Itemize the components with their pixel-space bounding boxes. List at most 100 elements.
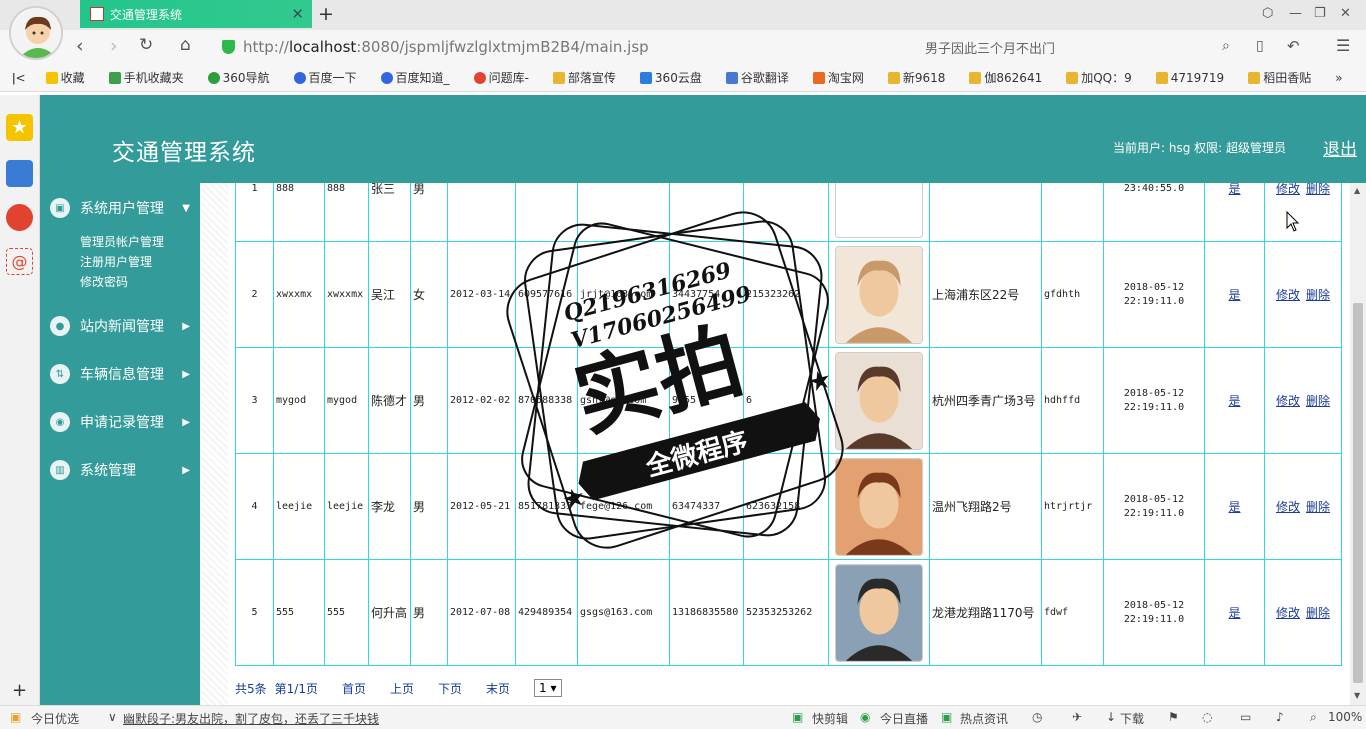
flag-cell: 是 <box>1204 453 1265 560</box>
last-page-link[interactable]: 末页 <box>486 680 510 697</box>
edit-link[interactable]: 修改 <box>1276 606 1300 620</box>
browser-search-input[interactable]: 男子因此三个月不出门 <box>925 38 1055 57</box>
flag-link[interactable]: 是 <box>1228 606 1240 620</box>
bookmark-item[interactable]: 淘宝网 <box>812 69 876 86</box>
sound-icon[interactable]: ♪ <box>1276 710 1284 724</box>
close-tab-icon[interactable]: ✕ <box>291 5 304 23</box>
browser-side-rail: ★ @ + <box>0 95 40 705</box>
first-page-link[interactable]: 首页 <box>342 680 366 697</box>
live-link[interactable]: 今日直播 <box>880 710 928 727</box>
submenu-admin-accounts[interactable]: 管理员帐户管理 <box>80 233 164 250</box>
gift-icon[interactable]: ▣ <box>10 710 21 724</box>
submenu-registered-users[interactable]: 注册用户管理 <box>80 253 152 270</box>
menu-label: 车辆信息管理 <box>80 367 164 383</box>
next-page-link[interactable]: 下页 <box>438 680 462 697</box>
more-bookmarks-icon[interactable]: » <box>1335 71 1342 85</box>
skin-icon[interactable]: ⬡ <box>1262 6 1273 21</box>
bookmark-item[interactable]: 部落宣传 <box>552 69 628 86</box>
user-photo <box>835 245 923 344</box>
bookmark-item[interactable]: 加QQ：9 <box>1066 69 1144 86</box>
daily-picks-label[interactable]: 今日优选 <box>31 710 79 727</box>
tel-cell: 215323262 <box>743 241 829 348</box>
search-icon[interactable]: ⌕ <box>1222 38 1230 54</box>
prev-page-link[interactable]: 上页 <box>390 680 414 697</box>
bookmark-item[interactable]: 稻田香贴 <box>1248 69 1323 86</box>
speed-icon[interactable]: ◷ <box>1032 710 1042 724</box>
chevron-down-icon: ∨ <box>108 710 117 724</box>
edit-link[interactable]: 修改 <box>1276 394 1300 408</box>
bookmark-item[interactable]: 4719719 <box>1155 71 1236 85</box>
reader-icon[interactable] <box>6 160 33 187</box>
bookmark-item[interactable]: 百度知道_ <box>380 69 462 86</box>
menu-news-management[interactable]: ● 站内新闻管理 ▶ <box>40 311 200 341</box>
address-bar[interactable]: http://localhost:8080/jspmljfwzlglxtmjmB… <box>222 35 912 59</box>
scroll-down-icon[interactable]: ▼ <box>1354 691 1360 700</box>
edit-link[interactable]: 修改 <box>1276 288 1300 302</box>
delete-link[interactable]: 删除 <box>1306 394 1330 408</box>
home-icon[interactable]: ⌂ <box>180 35 191 55</box>
window-close-icon[interactable]: ✕ <box>1340 6 1351 21</box>
logout-link[interactable]: 退出 <box>1323 135 1357 160</box>
minimize-icon[interactable]: — <box>1289 6 1302 21</box>
restore-icon[interactable]: ❐ <box>1314 6 1326 21</box>
edit-link[interactable]: 修改 <box>1276 500 1300 514</box>
add-sidebar-icon[interactable]: + <box>12 680 27 701</box>
edit-link[interactable]: 修改 <box>1276 183 1300 196</box>
phone-icon[interactable]: ▯ <box>1256 38 1264 54</box>
new-tab-icon[interactable]: + <box>318 3 334 25</box>
total-count: 共5条 <box>235 681 267 696</box>
menu-application-records[interactable]: ◉ 申请记录管理 ▶ <box>40 407 200 437</box>
delete-link[interactable]: 删除 <box>1306 288 1330 302</box>
news-ticker-link[interactable]: 幽默段子:男友出院，割了皮包，还丢了三千块钱 <box>123 710 379 727</box>
note-cell: htrjrtjr <box>1041 453 1104 560</box>
flag-icon[interactable]: ⚑ <box>1168 710 1179 724</box>
browser-tab[interactable]: 交通管理系统 ✕ <box>80 0 312 28</box>
menu-icon[interactable]: ☰ <box>1336 36 1350 55</box>
reload-icon[interactable]: ↻ <box>139 35 153 55</box>
bookmark-item[interactable]: 新9618 <box>887 69 958 86</box>
menu-user-management[interactable]: ▣ 系统用户管理 ▼ <box>40 193 200 223</box>
kuaijian-link[interactable]: 快剪辑 <box>812 710 848 727</box>
vertical-scrollbar[interactable]: ▲ ▼ <box>1350 183 1366 705</box>
mail-icon[interactable]: @ <box>6 248 33 275</box>
delete-link[interactable]: 删除 <box>1306 500 1330 514</box>
favorites-star-icon[interactable]: ★ <box>6 114 33 141</box>
back-icon[interactable]: ‹ <box>76 35 84 57</box>
bookmark-item[interactable]: 伽862641 <box>969 69 1054 86</box>
delete-link[interactable]: 删除 <box>1306 183 1330 196</box>
menu-system-management[interactable]: ▥ 系统管理 ▶ <box>40 455 200 485</box>
profile-avatar[interactable] <box>9 6 63 60</box>
bookmark-collapse-icon[interactable]: ǀ< <box>12 71 26 85</box>
actions-cell: 修改 删除 <box>1264 347 1342 454</box>
scroll-thumb[interactable] <box>1353 303 1363 683</box>
download-link[interactable]: 下载 <box>1120 710 1144 727</box>
zoom-level[interactable]: 100% <box>1328 710 1362 724</box>
flag-link[interactable]: 是 <box>1228 500 1240 514</box>
bookmark-item[interactable]: 手机收藏夹 <box>108 69 196 86</box>
password-cell: leejie <box>324 453 369 560</box>
delete-link[interactable]: 删除 <box>1306 606 1330 620</box>
undo-icon[interactable]: ↶ <box>1287 37 1300 55</box>
page-select[interactable]: 1 ▾ <box>534 679 562 697</box>
hot-news-link[interactable]: 热点资讯 <box>960 710 1008 727</box>
bookmark-item[interactable]: 百度一下 <box>293 69 369 86</box>
vehicle-icon: ⇅ <box>50 364 70 384</box>
bookmark-item[interactable]: 谷歌翻译 <box>725 69 801 86</box>
photo-cell <box>828 347 930 454</box>
bookmark-item[interactable]: 收藏 <box>45 69 97 86</box>
bookmark-item[interactable]: 问题库- <box>473 69 541 86</box>
clean-icon[interactable]: ◌ <box>1202 710 1212 724</box>
flag-link[interactable]: 是 <box>1228 183 1240 196</box>
weibo-icon[interactable] <box>6 204 33 231</box>
flag-link[interactable]: 是 <box>1228 394 1240 408</box>
pin-icon[interactable]: ✈ <box>1072 710 1082 724</box>
bookmark-item[interactable]: 360云盘 <box>639 69 714 86</box>
window-icon[interactable]: ▭ <box>1240 710 1251 724</box>
bookmark-item[interactable]: 360导航 <box>207 69 282 86</box>
submenu-change-password[interactable]: 修改密码 <box>80 273 128 290</box>
forward-icon[interactable]: › <box>110 35 118 57</box>
flag-link[interactable]: 是 <box>1228 288 1240 302</box>
app-sidebar: ▣ 系统用户管理 ▼ 管理员帐户管理 注册用户管理 修改密码 ● 站内新闻管理 … <box>40 183 200 705</box>
menu-vehicle-management[interactable]: ⇅ 车辆信息管理 ▶ <box>40 359 200 389</box>
scroll-up-icon[interactable]: ▲ <box>1354 186 1360 195</box>
